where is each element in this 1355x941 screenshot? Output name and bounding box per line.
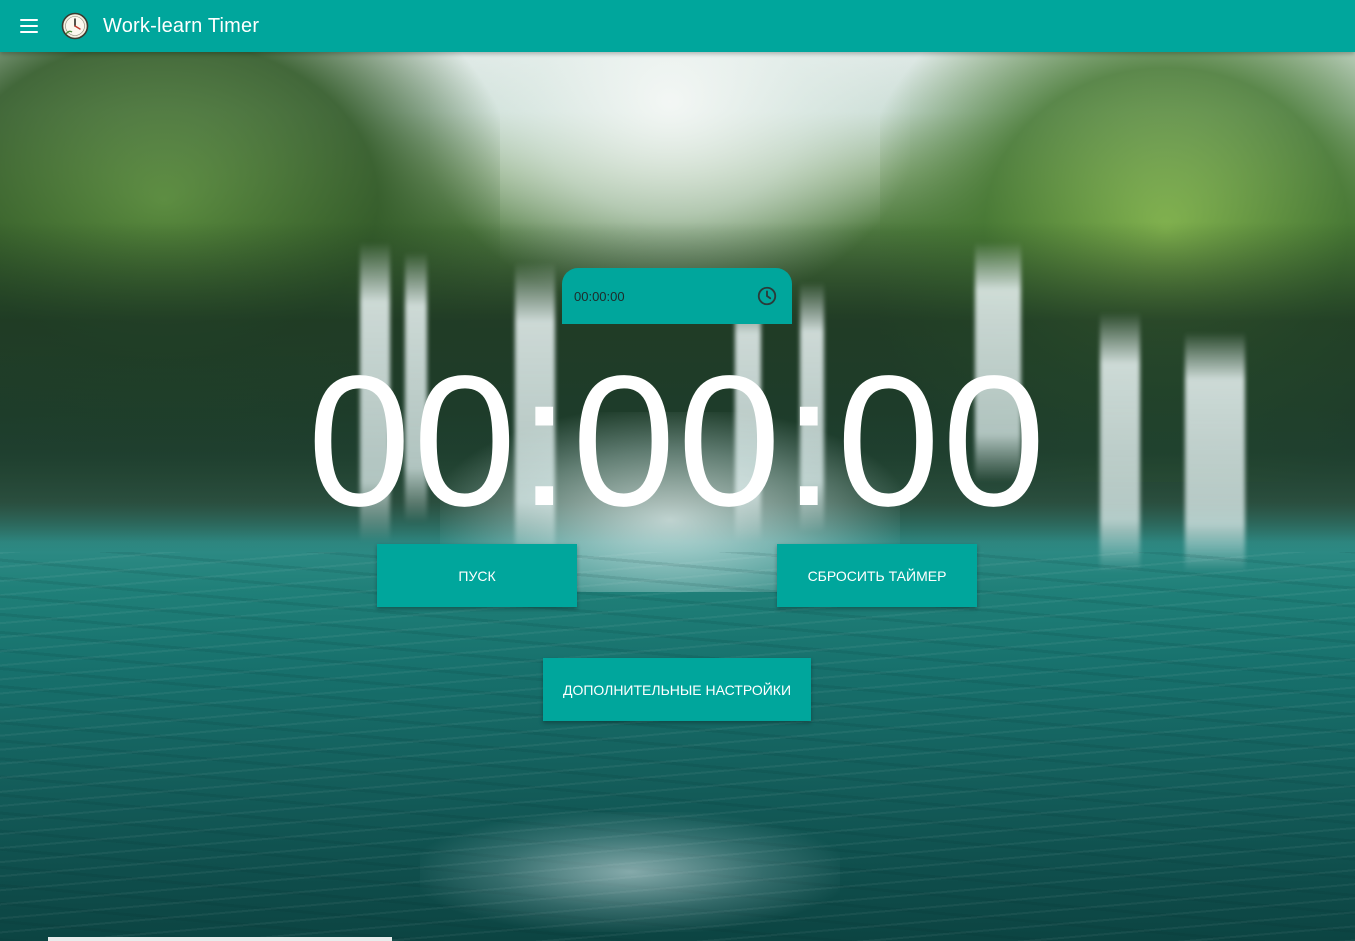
reset-timer-button[interactable]: СБРОСИТЬ ТАЙМЕР: [777, 544, 977, 607]
start-button[interactable]: ПУСК: [377, 544, 577, 607]
app-title: Work-learn Timer: [103, 14, 260, 37]
time-input[interactable]: [574, 289, 724, 304]
time-input-field[interactable]: [562, 268, 792, 324]
additional-settings-button[interactable]: ДОПОЛНИТЕЛЬНЫЕ НАСТРОЙКИ: [543, 658, 811, 721]
app-bar: Work-learn Timer: [0, 0, 1355, 52]
menu-icon[interactable]: [15, 12, 43, 40]
clock-logo-icon: [61, 12, 89, 40]
clock-icon[interactable]: [756, 285, 778, 307]
bottom-scroll-indicator: [48, 937, 392, 941]
timer-display: 00:00:00: [307, 338, 1048, 545]
